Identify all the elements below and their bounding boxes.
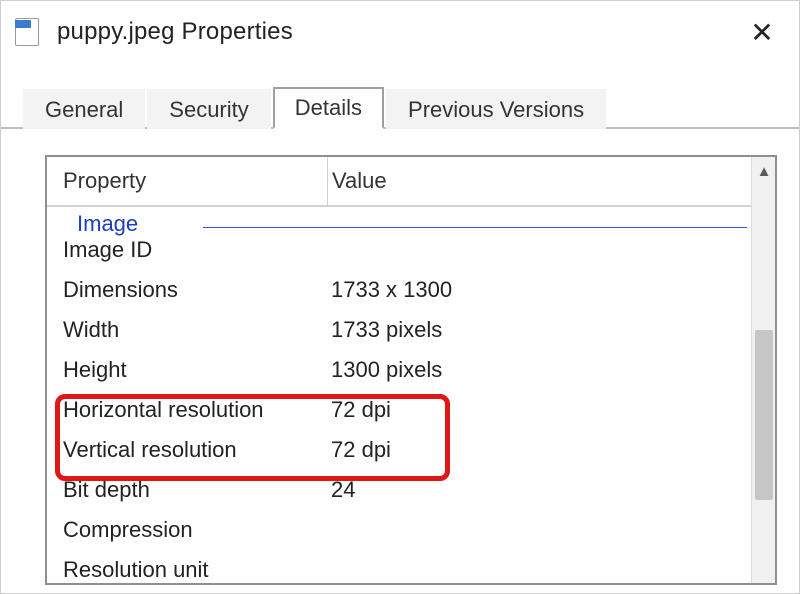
details-panel: Property Value Image Image ID Dimensions… bbox=[45, 155, 777, 585]
table-row[interactable]: Image ID bbox=[47, 230, 775, 270]
table-row[interactable]: Dimensions 1733 x 1300 bbox=[47, 270, 775, 310]
table-row[interactable]: Bit depth 24 bbox=[47, 470, 775, 510]
scroll-up-button[interactable]: ▲ bbox=[752, 157, 776, 185]
table-row[interactable]: Width 1733 pixels bbox=[47, 310, 775, 350]
property-value: 72 dpi bbox=[327, 437, 775, 463]
property-value: 1733 pixels bbox=[327, 317, 775, 343]
properties-dialog: puppy.jpeg Properties ✕ General Security… bbox=[0, 0, 800, 594]
table-row[interactable]: Horizontal resolution 72 dpi bbox=[47, 390, 775, 430]
property-name: Image ID bbox=[47, 237, 327, 263]
tab-previous-versions[interactable]: Previous Versions bbox=[386, 89, 606, 129]
property-rows: Image ID Dimensions 1733 x 1300 Width 17… bbox=[47, 228, 775, 585]
property-name: Resolution unit bbox=[47, 557, 327, 583]
property-value: 72 dpi bbox=[327, 397, 775, 423]
tab-security[interactable]: Security bbox=[147, 89, 270, 129]
column-headers: Property Value bbox=[47, 157, 775, 207]
table-row[interactable]: Compression bbox=[47, 510, 775, 550]
close-icon: ✕ bbox=[750, 16, 773, 49]
details-panel-wrap: Property Value Image Image ID Dimensions… bbox=[1, 129, 799, 585]
property-name: Horizontal resolution bbox=[47, 397, 327, 423]
titlebar: puppy.jpeg Properties ✕ bbox=[1, 1, 799, 61]
column-header-value[interactable]: Value bbox=[328, 168, 775, 194]
property-name: Dimensions bbox=[47, 277, 327, 303]
chevron-up-icon: ▲ bbox=[757, 163, 772, 180]
property-value: 1300 pixels bbox=[327, 357, 775, 383]
tab-details[interactable]: Details bbox=[273, 87, 384, 129]
tabstrip: General Security Details Previous Versio… bbox=[1, 83, 799, 129]
property-value: 1733 x 1300 bbox=[327, 277, 775, 303]
property-name: Width bbox=[47, 317, 327, 343]
scroll-thumb[interactable] bbox=[755, 330, 773, 500]
window-title: puppy.jpeg Properties bbox=[57, 18, 739, 46]
scroll-track[interactable] bbox=[752, 185, 775, 583]
property-name: Bit depth bbox=[47, 477, 327, 503]
table-row[interactable]: Vertical resolution 72 dpi bbox=[47, 430, 775, 470]
property-name: Compression bbox=[47, 517, 327, 543]
table-row[interactable]: Height 1300 pixels bbox=[47, 350, 775, 390]
file-icon bbox=[15, 18, 43, 46]
property-name: Vertical resolution bbox=[47, 437, 327, 463]
property-name: Height bbox=[47, 357, 327, 383]
property-value: 24 bbox=[327, 477, 775, 503]
close-button[interactable]: ✕ bbox=[739, 9, 785, 55]
tab-general[interactable]: General bbox=[23, 89, 145, 129]
column-header-property[interactable]: Property bbox=[47, 168, 327, 194]
vertical-scrollbar[interactable]: ▲ bbox=[751, 157, 775, 583]
table-row[interactable]: Resolution unit bbox=[47, 550, 775, 585]
